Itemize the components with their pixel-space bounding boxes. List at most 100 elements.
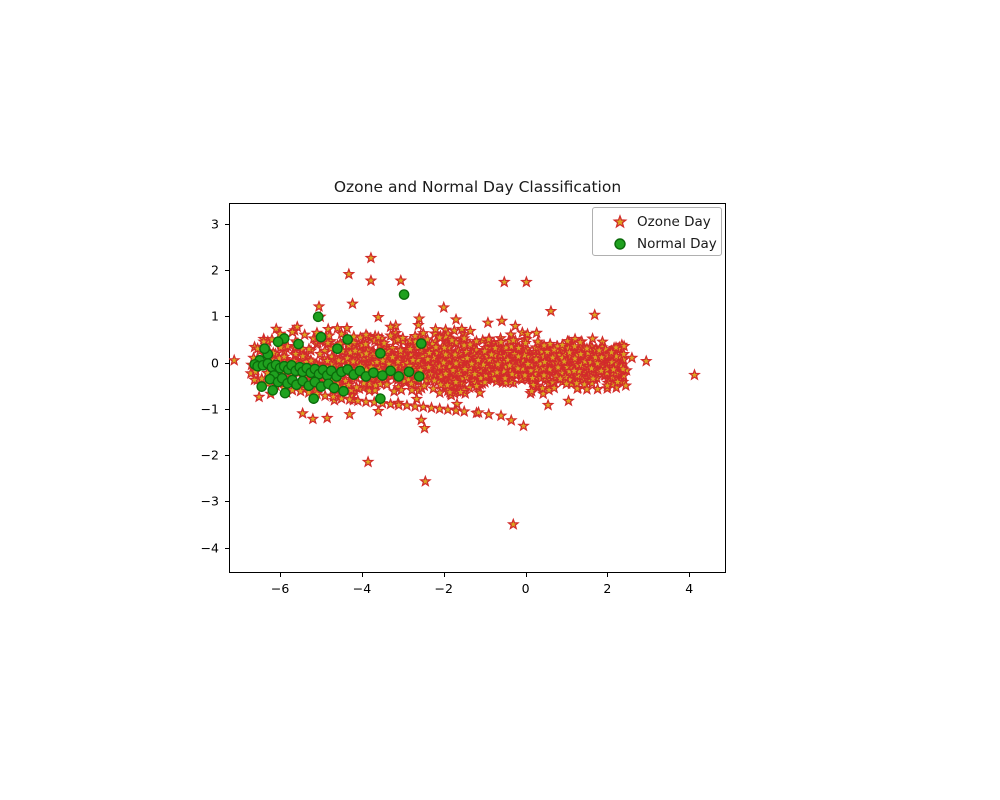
x-tick-mark — [689, 573, 691, 577]
x-tick-mark — [280, 573, 282, 577]
ozone-day-point — [364, 273, 378, 287]
y-tick-label: −2 — [200, 447, 219, 463]
ozone-day-point — [418, 474, 432, 487]
normal-day-point — [259, 343, 270, 355]
normal-day-point — [413, 371, 425, 382]
ozone-day-point — [497, 275, 511, 288]
legend: Ozone Day Normal Day — [592, 207, 722, 256]
ozone-day-point — [298, 328, 312, 341]
ozone-day-point — [361, 455, 375, 468]
normal-day-point — [393, 371, 405, 382]
normal-day-point — [398, 289, 410, 300]
ozone-day-point — [346, 297, 359, 310]
ozone-day-point — [481, 316, 495, 329]
x-tick-mark — [443, 573, 445, 577]
ozone-day-point — [412, 311, 426, 325]
normal-day-point — [375, 393, 386, 404]
ozone-day-point — [394, 273, 408, 287]
legend-label: Normal Day — [637, 236, 717, 252]
page-title: Ozone and Normal Day Classification — [333, 178, 622, 196]
x-tick-label: −2 — [434, 581, 453, 596]
normal-day-point — [328, 382, 340, 394]
normal-day-point — [385, 365, 396, 377]
normal-day-point — [279, 387, 291, 399]
ozone-day-point — [639, 354, 653, 367]
ozone-day-point — [586, 331, 599, 345]
ozone-day-point — [508, 319, 522, 332]
ozone-day-point — [449, 312, 463, 325]
ozone-day-point — [296, 406, 310, 419]
normal-day-point — [315, 331, 327, 343]
ozone-day-point — [541, 398, 555, 411]
y-tick-label: 3 — [211, 216, 219, 232]
normal-day-point — [403, 366, 415, 378]
plot-axes — [229, 203, 726, 573]
y-tick-label: −4 — [200, 540, 219, 556]
y-tick-label: 2 — [211, 262, 219, 278]
ozone-day-point — [519, 275, 533, 288]
y-tick-mark — [225, 408, 229, 410]
y-tick-label: −3 — [200, 493, 219, 509]
normal-day-point — [338, 385, 349, 397]
y-tick-label: −1 — [200, 401, 219, 417]
normal-day-point — [293, 338, 304, 350]
y-tick-mark — [225, 362, 229, 364]
y-tick-mark — [225, 316, 229, 318]
ozone-day-point — [482, 407, 496, 420]
star-marker — [609, 211, 631, 233]
ozone-day-point — [530, 326, 544, 339]
ozone-day-point — [517, 419, 530, 432]
ozone-day-point — [320, 411, 334, 424]
normal-day-point — [415, 338, 427, 349]
normal-day-point — [375, 347, 386, 359]
ozone-day-point — [371, 404, 385, 417]
x-tick-label: −4 — [352, 581, 372, 596]
ozone-day-point — [229, 353, 241, 366]
ozone-day-point — [504, 413, 518, 426]
y-tick-label: 0 — [211, 355, 219, 371]
y-tick-mark — [225, 455, 229, 457]
ozone-day-point — [506, 517, 520, 530]
legend-label: Ozone Day — [637, 214, 711, 230]
ozone-day-point — [371, 310, 385, 323]
x-tick-label: −6 — [270, 581, 290, 596]
normal-day-point — [308, 393, 319, 404]
ozone-day-point — [252, 390, 266, 403]
normal-day-point — [256, 381, 268, 392]
x-tick-mark — [607, 573, 609, 577]
ozone-day-point — [562, 394, 575, 407]
y-tick-mark — [225, 501, 229, 503]
ozone-day-point — [312, 299, 326, 313]
ozone-day-point — [340, 321, 354, 334]
ozone-day-point — [342, 267, 356, 280]
ozone-day-point — [306, 412, 320, 425]
ozone-day-point — [343, 407, 357, 420]
y-tick-mark — [225, 270, 229, 272]
normal-day-point — [368, 367, 379, 379]
ozone-day-point — [625, 351, 639, 364]
ozone-day-point — [495, 314, 509, 327]
x-tick-mark — [525, 573, 527, 577]
legend-item-normal-day: Normal Day — [593, 233, 723, 255]
ozone-day-point — [457, 404, 471, 418]
figure-canvas: Ozone and Normal Day Classification −6 −4… — [0, 0, 1000, 800]
x-tick-label: 4 — [685, 581, 694, 596]
ozone-day-point — [437, 300, 451, 313]
legend-item-ozone-day: Ozone Day — [593, 211, 723, 233]
y-tick-mark — [225, 223, 229, 225]
normal-day-point — [312, 311, 324, 323]
scatter-plot-area — [229, 251, 701, 530]
normal-day-point — [332, 343, 343, 355]
y-tick-mark — [225, 547, 229, 549]
x-tick-mark — [361, 573, 363, 577]
x-tick-label: 0 — [521, 581, 530, 596]
normal-day-point — [267, 384, 279, 396]
ozone-day-point — [688, 368, 701, 381]
ozone-day-point — [544, 304, 558, 317]
circle-marker — [609, 233, 631, 255]
normal-day-point — [342, 334, 353, 345]
x-tick-label: 2 — [603, 581, 612, 596]
ozone-day-point — [364, 251, 378, 264]
ozone-day-point — [410, 392, 424, 405]
y-tick-label: 1 — [211, 308, 219, 324]
